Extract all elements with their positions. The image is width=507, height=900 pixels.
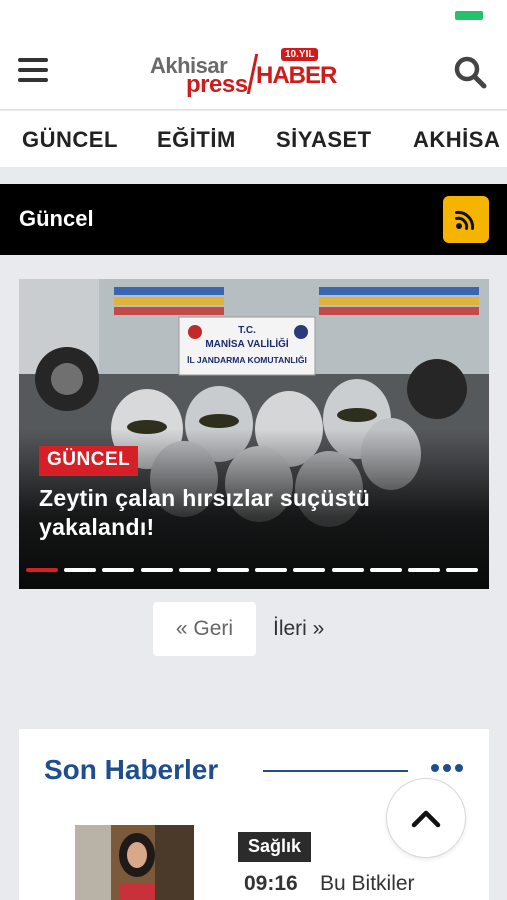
slider-dot[interactable] bbox=[64, 568, 97, 572]
nav-item-guncel[interactable]: GÜNCEL bbox=[22, 127, 118, 153]
nav-item-egitim[interactable]: EĞİTİM bbox=[157, 127, 236, 153]
category-nav: GÜNCEL EĞİTİM SİYASET AKHİSA bbox=[0, 111, 507, 167]
slider-next-button[interactable]: İleri » bbox=[273, 602, 343, 656]
slider-dot[interactable] bbox=[140, 568, 173, 572]
slider-dot[interactable] bbox=[369, 568, 402, 572]
section-title: Güncel bbox=[19, 206, 94, 231]
slider-dot[interactable] bbox=[293, 568, 326, 572]
slider-dot[interactable] bbox=[331, 568, 364, 572]
slider-dot[interactable] bbox=[178, 568, 211, 572]
slider-dot[interactable] bbox=[255, 568, 288, 572]
slider-dots bbox=[26, 568, 484, 573]
rss-icon[interactable] bbox=[443, 196, 489, 243]
logo-press-text: press bbox=[186, 71, 248, 98]
section-header: Güncel bbox=[0, 184, 507, 255]
slider-back-button[interactable]: « Geri bbox=[153, 602, 256, 656]
chevron-up-icon[interactable] bbox=[386, 778, 466, 858]
sign-line-1: T.C. bbox=[238, 325, 256, 336]
site-logo[interactable]: Akhisar press HABER 10.YIL bbox=[150, 48, 337, 100]
logo-haber-text: HABER bbox=[256, 62, 337, 89]
sign-line-3: İL JANDARMA KOMUTANLIĞI bbox=[187, 354, 307, 365]
latest-news-heading: Son Haberler bbox=[44, 754, 219, 785]
news-thumbnail[interactable] bbox=[75, 825, 194, 900]
slider-dot[interactable] bbox=[26, 568, 58, 572]
news-title[interactable]: Bu Bitkiler bbox=[320, 872, 415, 896]
slide-category-badge[interactable]: GÜNCEL bbox=[39, 446, 139, 476]
sign-line-2: MANİSA VALİLİĞİ bbox=[205, 337, 289, 350]
slider-dot[interactable] bbox=[217, 568, 249, 572]
nav-item-akhisar[interactable]: AKHİSA bbox=[413, 127, 500, 153]
status-bar bbox=[0, 0, 507, 36]
site-header: Akhisar press HABER 10.YIL bbox=[0, 36, 507, 110]
slider-dot[interactable] bbox=[102, 568, 135, 572]
logo-anniversary-badge: 10.YIL bbox=[281, 48, 319, 61]
slider-dot[interactable] bbox=[446, 568, 479, 572]
slider-dot[interactable] bbox=[408, 568, 440, 572]
slide-title[interactable]: Zeytin çalan hırsızlar suçüstü yakalandı… bbox=[39, 484, 459, 542]
battery-icon bbox=[455, 11, 483, 20]
news-category-badge[interactable]: Sağlık bbox=[238, 832, 312, 862]
nav-item-siyaset[interactable]: SİYASET bbox=[276, 127, 372, 153]
news-time: 09:16 bbox=[244, 872, 298, 895]
search-icon[interactable] bbox=[453, 55, 487, 89]
hamburger-menu-icon[interactable] bbox=[18, 58, 48, 84]
headline-slider[interactable]: T.C. MANİSA VALİLİĞİ İL JANDARMA KOMUTAN… bbox=[19, 279, 489, 589]
more-dots-icon[interactable] bbox=[431, 758, 465, 778]
heading-rule bbox=[263, 770, 408, 772]
